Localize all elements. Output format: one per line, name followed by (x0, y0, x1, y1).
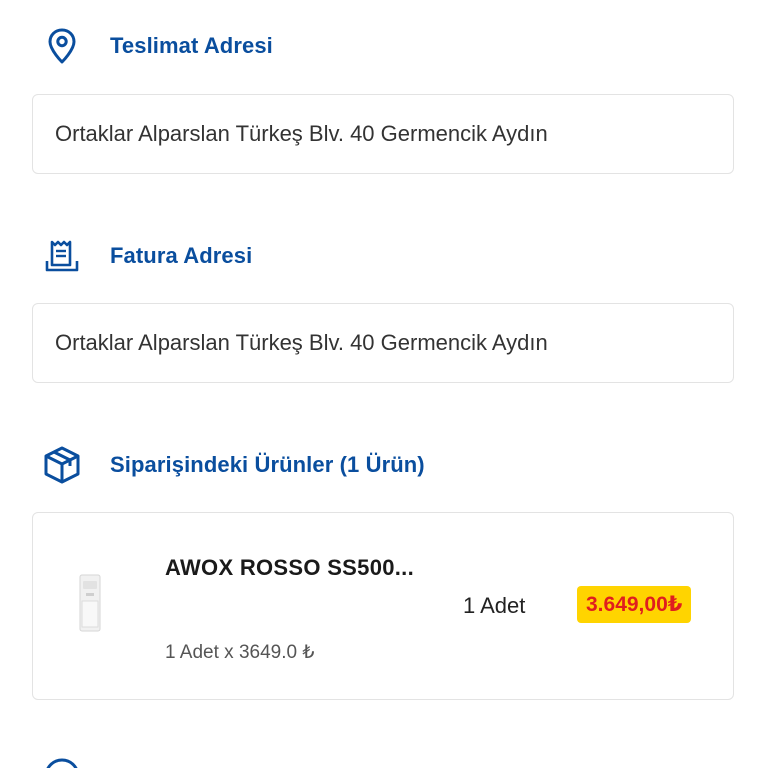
invoice-address-card[interactable]: Ortaklar Alparslan Türkeş Blv. 40 Germen… (32, 303, 734, 383)
order-summary-page: Teslimat Adresi Ortaklar Alparslan Türke… (0, 0, 768, 768)
product-card[interactable]: AWOX ROSSO SS500... 1 Adet 3.649,00₺ 1 A… (32, 512, 734, 700)
next-section-header (40, 752, 84, 768)
product-name[interactable]: AWOX ROSSO SS500... (165, 555, 414, 581)
product-unit-price: 1 Adet x 3649.0 ₺ (165, 642, 315, 663)
order-products-title: Siparişindeki Ürünler (1 Ürün) (110, 452, 425, 477)
order-products-header: Siparişindeki Ürünler (1 Ürün) (40, 443, 425, 487)
product-quantity: 1 Adet (463, 593, 526, 618)
invoice-address-text: Ortaklar Alparslan Türkeş Blv. 40 Germen… (55, 330, 548, 355)
next-section-icon (40, 752, 84, 768)
invoice-address-title: Fatura Adresi (110, 243, 253, 268)
location-pin-icon (40, 24, 84, 68)
delivery-address-header: Teslimat Adresi (40, 24, 273, 68)
delivery-address-title: Teslimat Adresi (110, 33, 273, 58)
delivery-address-text: Ortaklar Alparslan Türkeş Blv. 40 Germen… (55, 121, 548, 146)
delivery-address-card[interactable]: Ortaklar Alparslan Türkeş Blv. 40 Germen… (32, 94, 734, 174)
package-box-icon (40, 443, 84, 487)
product-image[interactable] (73, 571, 107, 635)
invoice-address-header: Fatura Adresi (40, 234, 252, 278)
product-price-badge: 3.649,00₺ (577, 586, 692, 623)
receipt-icon (40, 234, 84, 278)
